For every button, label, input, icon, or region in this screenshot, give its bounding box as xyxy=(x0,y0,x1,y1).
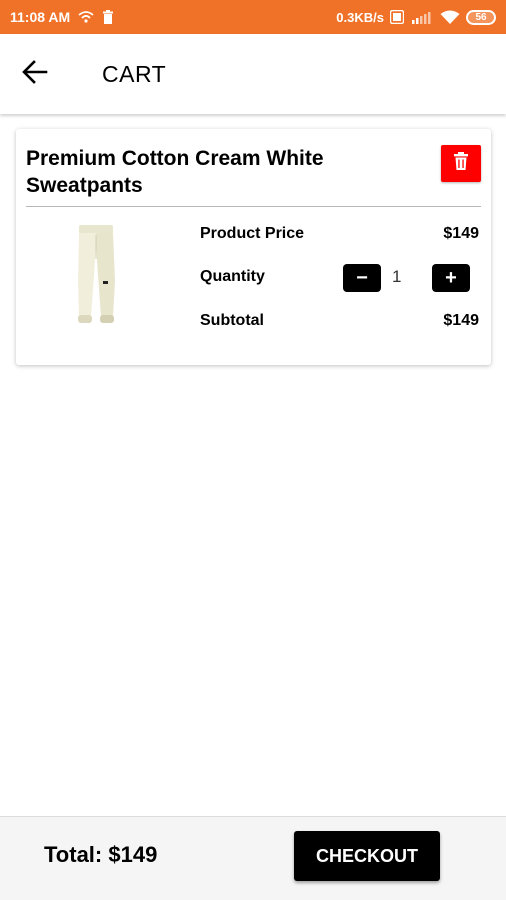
battery-level: 56 xyxy=(475,11,487,23)
signal-icon xyxy=(410,10,434,24)
subtotal-value: $149 xyxy=(443,312,479,329)
product-image xyxy=(66,221,126,331)
network-speed: 0.3KB/s xyxy=(336,9,384,25)
cart-item-card: Premium Cotton Cream White Sweatpants Pr… xyxy=(16,129,491,365)
wifi-call-icon xyxy=(78,10,94,24)
delete-item-button[interactable] xyxy=(441,145,481,182)
status-left: 11:08 AM xyxy=(10,9,114,25)
battery-icon: 56 xyxy=(466,9,496,25)
quantity-value: 1 xyxy=(392,267,402,286)
page-title: CART xyxy=(102,60,167,87)
arrow-left-icon xyxy=(22,59,48,89)
checkout-button[interactable]: CHECKOUT xyxy=(294,831,440,881)
card-divider xyxy=(26,206,481,207)
price-label: Product Price xyxy=(200,225,305,242)
trash-icon xyxy=(453,152,469,175)
cart-screen: 11:08 AM 0.3KB/s 56 CART Premium Cotton … xyxy=(0,0,506,900)
cart-total: Total: $149 xyxy=(44,842,158,867)
data-saver-icon xyxy=(390,10,404,24)
trash-icon xyxy=(102,10,114,24)
status-time: 11:08 AM xyxy=(10,9,71,25)
quantity-label: Quantity xyxy=(200,268,265,285)
wifi-icon xyxy=(440,10,460,25)
increment-quantity-button[interactable]: + xyxy=(432,264,470,292)
status-right: 0.3KB/s 56 xyxy=(336,9,496,25)
checkout-bar: Total: $149 CHECKOUT xyxy=(0,816,506,900)
price-value: $149 xyxy=(443,225,479,242)
subtotal-label: Subtotal xyxy=(200,312,264,329)
decrement-quantity-button[interactable]: − xyxy=(343,264,381,292)
back-button[interactable] xyxy=(0,34,70,114)
status-bar: 11:08 AM 0.3KB/s 56 xyxy=(0,0,506,34)
product-name: Premium Cotton Cream White Sweatpants xyxy=(26,147,324,197)
app-bar: CART xyxy=(0,34,506,114)
